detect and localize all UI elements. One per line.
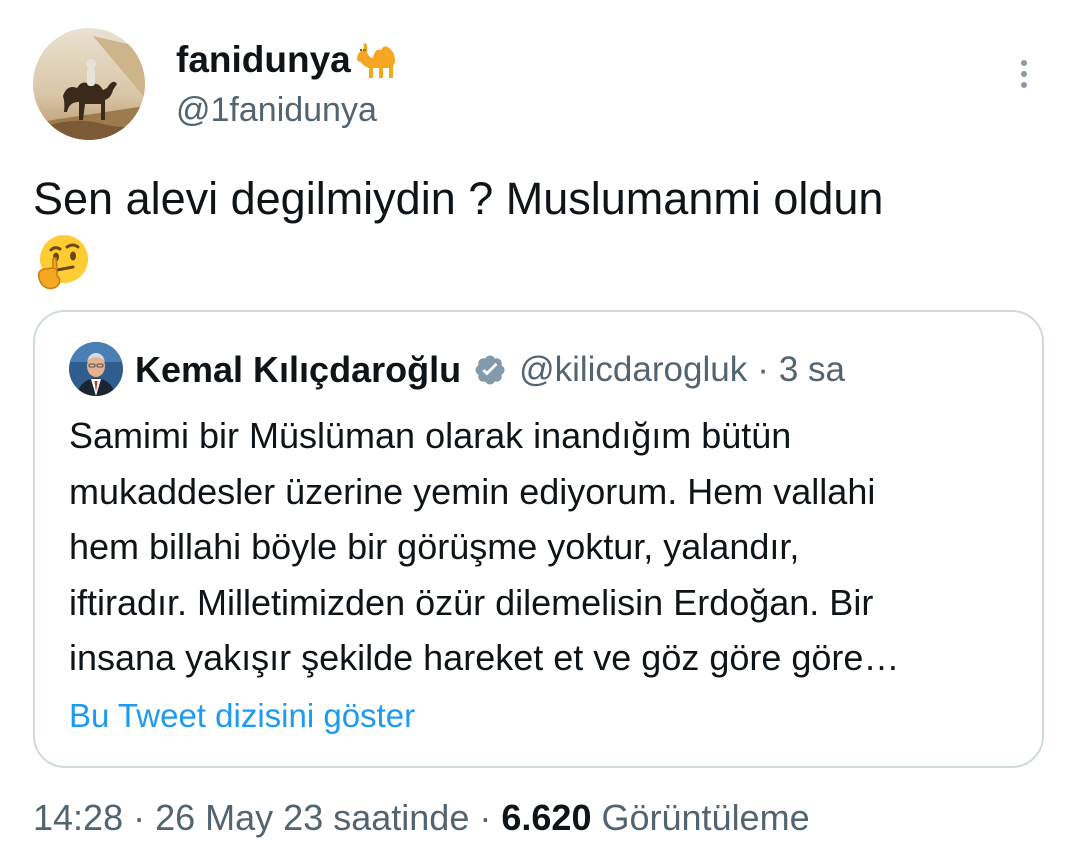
quoted-author-handle[interactable]: @kilicdarogluk [519, 350, 747, 390]
verified-badge-icon [473, 353, 507, 387]
quoted-tweet-text: Samimi bir Müslüman olarak inandığım büt… [69, 408, 1024, 686]
quoted-author-name[interactable]: Kemal Kılıçdaroğlu [135, 349, 461, 391]
views-count[interactable]: 6.620 [501, 797, 591, 838]
quoted-text-line: iftiradır. Milletimizden özür dilemelisi… [69, 581, 874, 623]
dot-separator: · [479, 797, 492, 838]
tweet-text: Sen alevi degilmiydin ? Muslumanmi oldun [33, 173, 884, 224]
dot-separator: · [757, 350, 769, 389]
quoted-tweet-header: Kemal Kılıçdaroğlu @kilicdarogluk · 3 sa [135, 348, 845, 392]
dot-separator: · [133, 797, 146, 838]
author-avatar[interactable] [33, 28, 145, 140]
quoted-text-line: Samimi bir Müslüman olarak inandığım büt… [69, 415, 792, 456]
views-label: Görüntüleme [601, 797, 810, 838]
tweet-time[interactable]: 14:28 [33, 797, 123, 838]
author-handle[interactable]: @1fanidunya [176, 88, 377, 132]
camel-icon [353, 38, 403, 82]
more-dot [1021, 82, 1027, 88]
author-name-text: fanidunya [176, 39, 351, 80]
tweet-meta: 14:28 · 26 May 23 saatinde · 6.620 Görün… [33, 795, 810, 841]
tweet-date[interactable]: 26 May 23 saatinde [155, 797, 469, 838]
thinking-face-icon [33, 232, 93, 292]
show-thread-link[interactable]: Bu Tweet dizisini göster [69, 694, 415, 738]
quoted-tweet-card[interactable]: Kemal Kılıçdaroğlu @kilicdarogluk · 3 sa… [33, 310, 1044, 768]
quoted-author-avatar[interactable] [69, 342, 123, 396]
quoted-text-line: hem billahi böyle bir görüşme yoktur, ya… [69, 526, 800, 567]
more-options-button[interactable] [1008, 52, 1040, 96]
quoted-text-line: insana yakışır şekilde hareket et ve göz… [69, 637, 900, 678]
quoted-text-line: mukaddesler üzerine yemin ediyorum. Hem … [69, 470, 876, 512]
author-display-name[interactable]: fanidunya [176, 38, 403, 82]
more-dot [1021, 60, 1027, 66]
more-dot [1021, 71, 1027, 77]
quoted-tweet-time[interactable]: 3 sa [779, 350, 845, 390]
